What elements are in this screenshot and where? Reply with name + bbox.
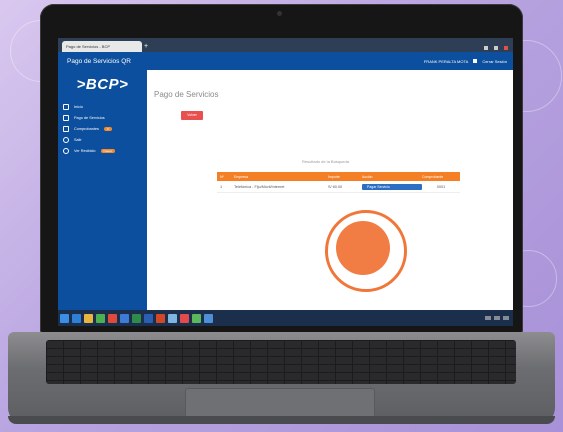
minimize-icon[interactable] xyxy=(484,46,488,50)
browser-chrome: Pago de Servicios - BCP + xyxy=(58,38,513,52)
app-icon[interactable] xyxy=(120,313,129,323)
sidebar-item-label: Ver Recibido xyxy=(74,148,96,153)
tray-icon[interactable] xyxy=(485,316,491,320)
browser-tab-title: Pago de Servicios - BCP xyxy=(66,44,111,49)
laptop-base xyxy=(8,332,555,424)
count-badge: 0 xyxy=(103,126,112,131)
click-indicator xyxy=(325,210,407,292)
sidebar-item-ver-recibido[interactable]: Ver Recibido Nuevo xyxy=(58,145,147,156)
sidebar-item-label: Inicio xyxy=(74,104,83,109)
sidebar-item-label: Salir xyxy=(74,137,82,142)
user-icon xyxy=(473,59,478,63)
table-header-row: Nº Empresa Importe Acción Comprobante xyxy=(217,172,460,181)
user-name: FRANK PERALTA MOTA xyxy=(423,58,469,64)
back-button[interactable]: Volver xyxy=(181,111,203,120)
keyboard xyxy=(46,340,516,384)
column-header: Acción xyxy=(362,174,373,179)
laptop-screen: Pago de Servicios - BCP + Pago de Servic… xyxy=(58,38,513,326)
payment-icon xyxy=(63,114,69,121)
word-icon[interactable] xyxy=(144,313,153,323)
cell-comprobante: 0001 xyxy=(436,184,446,189)
app-icon[interactable] xyxy=(204,313,213,323)
table-row: 1 Telefónica - Fijo/Móvil/Internet S/ 60… xyxy=(217,181,460,193)
app-title: Pago de Servicios QR xyxy=(67,57,131,65)
logout-link[interactable]: Cerrar Sesión xyxy=(482,59,507,64)
column-header: Comprobante xyxy=(422,174,444,179)
exit-icon xyxy=(63,136,69,143)
trackpad xyxy=(185,388,375,418)
results-label: Resultado de la Búsqueda xyxy=(302,159,349,164)
laptop-base-lip xyxy=(8,416,555,424)
sidebar-nav: Inicio Pago de Servicios Comprobantes 0 … xyxy=(58,101,147,156)
home-icon xyxy=(63,103,69,110)
sidebar-item-comprobantes[interactable]: Comprobantes 0 xyxy=(58,123,147,134)
click-dot xyxy=(336,221,390,275)
info-icon xyxy=(63,147,69,154)
powerpoint-icon[interactable] xyxy=(156,313,165,323)
sidebar-item-salir[interactable]: Salir xyxy=(58,134,147,145)
column-header: Importe xyxy=(328,174,340,179)
column-header: Nº xyxy=(220,174,224,179)
main-content: Pago de Servicios Volver Resultado de la… xyxy=(147,70,513,310)
excel-icon[interactable] xyxy=(132,313,141,323)
sidebar-item-pago-servicios[interactable]: Pago de Servicios xyxy=(58,112,147,123)
ie-icon[interactable] xyxy=(72,313,81,323)
results-table: Nº Empresa Importe Acción Comprobante 1 … xyxy=(217,172,460,193)
camera-icon xyxy=(277,11,282,16)
app-icon[interactable] xyxy=(192,313,201,323)
page-title: Pago de Servicios xyxy=(154,90,219,99)
sidebar: >BCP> Inicio Pago de Servicios Comproban… xyxy=(58,70,147,310)
sidebar-item-inicio[interactable]: Inicio xyxy=(58,101,147,112)
maximize-icon[interactable] xyxy=(494,46,498,50)
tray-icon[interactable] xyxy=(503,316,509,320)
app-icon[interactable] xyxy=(108,313,117,323)
browser-tab[interactable]: Pago de Servicios - BCP xyxy=(62,41,142,52)
folder-icon[interactable] xyxy=(84,313,93,323)
cell-importe: S/ 60.00 xyxy=(328,184,343,189)
app-header: Pago de Servicios QR FRANK PERALTA MOTA … xyxy=(58,52,513,70)
cell-num: 1 xyxy=(220,184,223,189)
user-area: FRANK PERALTA MOTA Cerrar Sesión xyxy=(424,59,513,64)
sidebar-item-label: Pago de Servicios xyxy=(74,115,105,120)
new-badge: Nuevo xyxy=(100,148,116,153)
new-tab-button[interactable]: + xyxy=(144,42,154,52)
column-header: Empresa xyxy=(234,174,249,179)
tray-icon[interactable] xyxy=(494,316,500,320)
system-tray xyxy=(485,316,513,320)
receipt-icon xyxy=(63,125,69,132)
sidebar-item-label: Comprobantes xyxy=(74,126,99,131)
close-icon[interactable] xyxy=(504,46,508,50)
cell-empresa: Telefónica - Fijo/Móvil/Internet xyxy=(234,184,285,189)
bcp-logo: >BCP> xyxy=(76,76,129,93)
pay-service-button[interactable]: Pagar Servicio xyxy=(362,183,422,190)
chrome-icon[interactable] xyxy=(96,313,105,323)
windows-taskbar xyxy=(58,310,513,326)
app-icon[interactable] xyxy=(168,313,177,323)
laptop-lid: Pago de Servicios - BCP + Pago de Servic… xyxy=(40,4,523,334)
app-icon[interactable] xyxy=(180,313,189,323)
windows-start-icon[interactable] xyxy=(60,313,69,323)
